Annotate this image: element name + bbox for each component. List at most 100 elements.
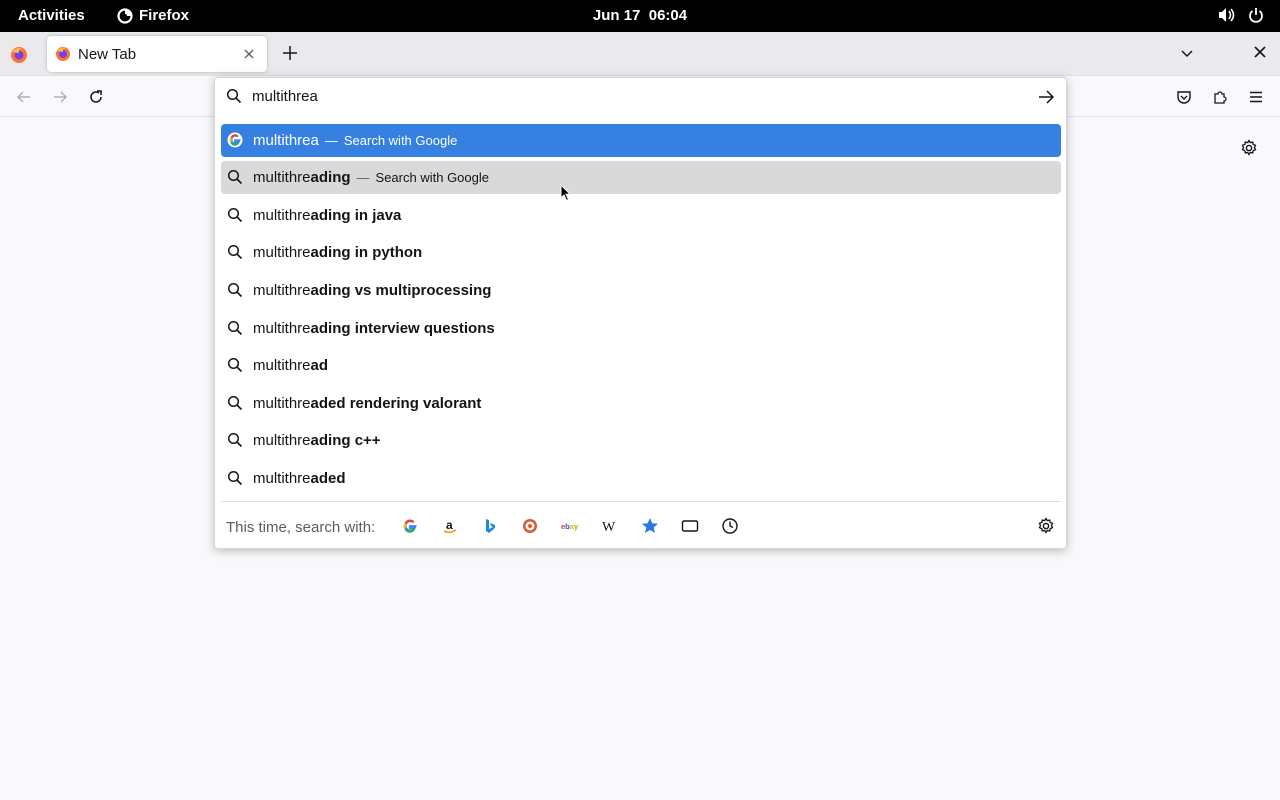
- arrow-right-icon: [54, 91, 68, 103]
- newtab-customize-button[interactable]: [1240, 139, 1258, 162]
- suggestion-completion-text: ading in python: [310, 244, 423, 261]
- search-icon: [227, 357, 243, 373]
- extensions-button[interactable]: [1211, 88, 1229, 106]
- search-settings-button[interactable]: [1037, 517, 1055, 540]
- back-button[interactable]: [15, 88, 33, 106]
- ebay-icon: ebay: [561, 522, 579, 531]
- engine-amazon-button[interactable]: a: [441, 517, 459, 535]
- engine-google-button[interactable]: [401, 517, 419, 535]
- bing-icon: [486, 519, 495, 533]
- suggestion-typed-text: multithre: [253, 244, 311, 261]
- reload-button[interactable]: [87, 88, 105, 106]
- urlbar-popup: multithrea multithrea — Search with Google…: [214, 77, 1067, 549]
- engine-bing-button[interactable]: [481, 517, 499, 535]
- forward-button[interactable]: [51, 88, 69, 106]
- app-menu[interactable]: Firefox: [117, 7, 189, 24]
- app-name: Firefox: [139, 7, 190, 24]
- bookmarks-search-button[interactable]: [641, 517, 659, 535]
- suggestion-row[interactable]: multithreading in java: [221, 199, 1061, 232]
- one-off-search-bar: This time, search with: a ebay W: [215, 502, 1066, 550]
- arrow-left-icon: [16, 91, 30, 103]
- suggestion-label: multithreaded rendering valorant: [253, 395, 481, 412]
- google-icon: [227, 132, 243, 148]
- list-all-tabs-button[interactable]: [1179, 45, 1195, 66]
- tab-close-button[interactable]: [240, 45, 258, 63]
- activities-button[interactable]: Activities: [18, 7, 85, 24]
- tab-title: New Tab: [78, 45, 137, 63]
- svg-text:W: W: [602, 520, 616, 534]
- wikipedia-icon: W: [602, 520, 616, 534]
- suggestion-row[interactable]: multithreaded rendering valorant: [221, 387, 1061, 420]
- close-icon: [244, 49, 254, 59]
- suggestion-label: multithreading in python: [253, 244, 422, 261]
- tabs-icon: [681, 520, 699, 532]
- volume-icon: [1219, 8, 1235, 22]
- firefox-logo-icon: [11, 47, 27, 63]
- engine-duckduckgo-button[interactable]: [521, 517, 539, 535]
- suggestion-label: multithreading vs multiprocessing: [253, 282, 491, 299]
- new-tab-button[interactable]: [280, 43, 300, 63]
- suggestion-completion-text: ading: [310, 169, 351, 186]
- puzzle-icon: [1214, 91, 1227, 104]
- suggestion-action-text: Search with Google: [375, 170, 489, 185]
- suggestion-row[interactable]: multithrea — Search with Google: [221, 124, 1061, 157]
- power-icon: [1249, 8, 1263, 23]
- suggestion-label: multithreading c++: [253, 432, 381, 449]
- gnome-top-bar: Activities Firefox Jun 17 06:04: [0, 0, 1280, 32]
- urlbar-text[interactable]: multithrea: [252, 88, 318, 105]
- suggestion-row[interactable]: multithreading vs multiprocessing: [221, 274, 1061, 307]
- suggestion-completion-text: ading interview questions: [310, 320, 495, 337]
- suggestion-typed-text: multithre: [253, 169, 311, 186]
- suggestion-typed-text: multithre: [253, 207, 311, 224]
- suggestion-label: multithreading interview questions: [253, 320, 495, 337]
- suggestion-label: multithreading in java: [253, 207, 401, 224]
- firefox-app-icon: [117, 7, 133, 24]
- suggestion-label: multithreaded: [253, 470, 346, 487]
- search-icon: [227, 169, 243, 185]
- search-icon: [227, 207, 243, 223]
- reload-icon: [90, 90, 102, 103]
- tab-new-tab[interactable]: New Tab: [47, 36, 267, 72]
- clock: Jun 17 06:04: [0, 7, 1280, 24]
- suggestion-row[interactable]: multithread: [221, 349, 1061, 382]
- engine-wikipedia-button[interactable]: W: [601, 517, 619, 535]
- suggestion-typed-text: multithre: [253, 320, 311, 337]
- pointer-cursor-icon: [560, 183, 572, 202]
- suggestion-row[interactable]: multithreading interview questions: [221, 312, 1061, 345]
- go-arrow-icon[interactable]: [1037, 88, 1055, 106]
- window-close-button[interactable]: [1253, 45, 1267, 64]
- suggestion-row[interactable]: multithreading in python: [221, 236, 1061, 269]
- plus-icon: [283, 46, 297, 60]
- hamburger-menu-icon: [1250, 91, 1262, 103]
- engine-ebay-button[interactable]: ebay: [561, 517, 579, 535]
- one-off-label: This time, search with:: [226, 519, 376, 536]
- clock-date[interactable]: Jun 17: [593, 7, 641, 24]
- tabs-search-button[interactable]: [681, 517, 699, 535]
- system-tray[interactable]: [1218, 7, 1264, 23]
- app-menu-button[interactable]: [1247, 88, 1265, 106]
- chevron-down-icon: [1181, 50, 1193, 58]
- amazon-icon: a: [443, 518, 457, 534]
- urlbar-input[interactable]: multithrea: [215, 78, 1066, 116]
- gear-icon: [1241, 139, 1257, 156]
- suggestion-row[interactable]: multithreading — Search with Google: [221, 161, 1061, 194]
- suggestion-action-text: Search with Google: [343, 133, 458, 148]
- suggestion-separator: —: [324, 133, 338, 148]
- clock-time[interactable]: 06:04: [649, 7, 687, 24]
- suggestion-completion-text: aded rendering valorant: [310, 395, 482, 412]
- duckduckgo-icon: [523, 519, 537, 533]
- firefox-view-button[interactable]: [10, 46, 28, 69]
- search-icon: [227, 470, 243, 486]
- suggestion-row[interactable]: multithreaded: [221, 462, 1061, 495]
- suggestion-completion-text: ad: [310, 357, 329, 374]
- suggestion-typed-text: multithrea: [253, 132, 319, 149]
- history-search-button[interactable]: [721, 517, 739, 535]
- search-icon: [227, 432, 243, 448]
- suggestion-row[interactable]: multithreading c++: [221, 424, 1061, 457]
- star-icon: [642, 518, 658, 533]
- search-icon: [227, 282, 243, 298]
- tab-favicon-icon: [56, 47, 70, 61]
- mouse-cursor: [560, 183, 572, 207]
- pocket-button[interactable]: [1175, 88, 1193, 106]
- suggestion-label: multithreading — Search with Google: [253, 169, 489, 186]
